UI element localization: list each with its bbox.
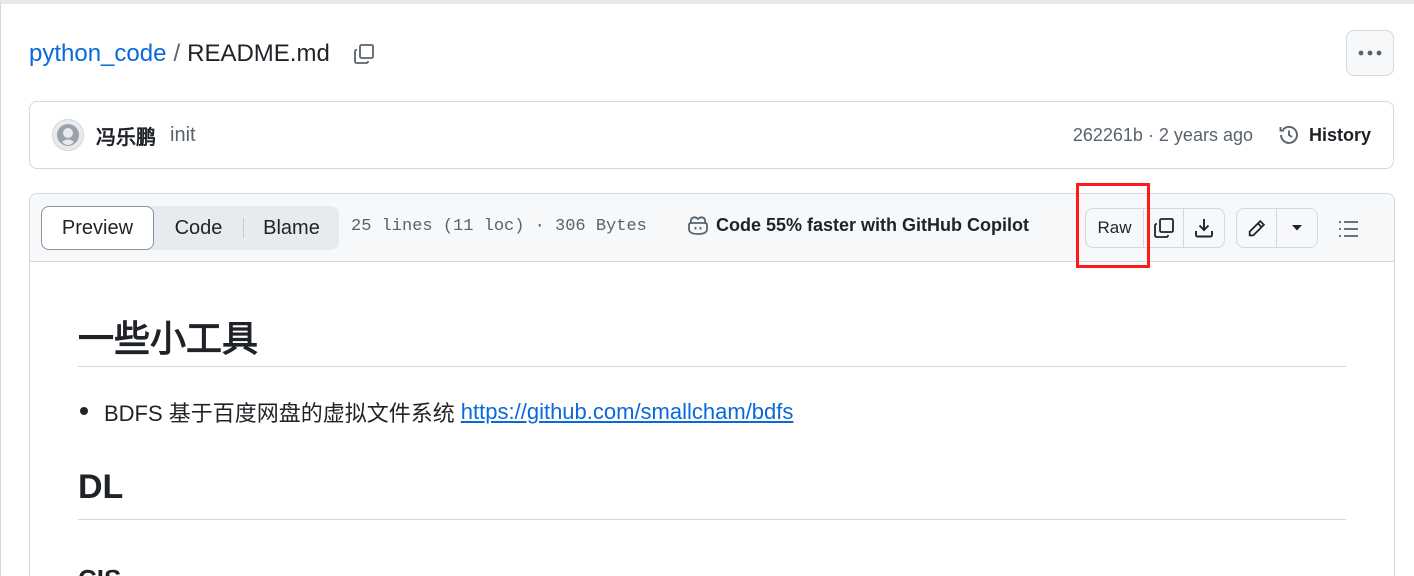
heading-rule (78, 366, 1346, 367)
outline-button[interactable] (1328, 210, 1368, 248)
history-button[interactable]: History (1277, 123, 1371, 147)
edit-options-dropdown[interactable] (1277, 209, 1317, 247)
readme-heading-2: DL (78, 468, 124, 506)
tab-code[interactable]: Code (154, 206, 243, 250)
raw-actions-group: Raw (1085, 208, 1225, 248)
readme-heading-3-partial: CIS (78, 564, 121, 576)
copilot-icon (688, 216, 708, 235)
breadcrumb-repo-link[interactable]: python_code (29, 40, 166, 68)
commit-author[interactable]: 冯乐鹏 (96, 121, 156, 150)
more-options-button[interactable] (1346, 30, 1394, 76)
bdfs-link[interactable]: https://github.com/smallcham/bdfs (461, 399, 794, 425)
tab-preview[interactable]: Preview (41, 206, 154, 250)
list-item-text: BDFS 基于百度网盘的虚拟文件系统 (104, 401, 455, 426)
commit-message[interactable]: init (170, 124, 196, 147)
raw-button[interactable]: Raw (1086, 209, 1144, 247)
breadcrumb-file-name: README.md (187, 40, 330, 67)
history-icon (1279, 125, 1298, 144)
outline-list-icon (1339, 221, 1358, 237)
commit-meta[interactable]: 262261b · 2 years ago (1073, 125, 1253, 146)
file-info: 25 lines (11 loc) · 306 Bytes (351, 217, 647, 236)
list-item: BDFS 基于百度网盘的虚拟文件系统 https://github.com/sm… (80, 396, 794, 428)
commit-right-group: 262261b · 2 years ago History (1073, 123, 1371, 147)
copy-path-button[interactable] (350, 40, 378, 68)
breadcrumb-separator: / (173, 40, 181, 67)
breadcrumb: python_code / README.md (29, 36, 378, 72)
latest-commit-bar: 冯乐鹏 init 262261b · 2 years ago History (29, 101, 1394, 169)
copy-raw-icon (1153, 218, 1174, 238)
download-icon (1195, 219, 1213, 238)
avatar[interactable] (52, 119, 84, 151)
download-raw-button[interactable] (1184, 209, 1224, 247)
copy-icon (353, 44, 374, 64)
view-mode-switcher: Preview Code Blame (41, 206, 339, 250)
caret-down-icon (1292, 225, 1302, 231)
edit-actions-group (1236, 208, 1318, 248)
kebab-icon (1358, 50, 1382, 56)
copilot-label: Code 55% faster with GitHub Copilot (716, 214, 1030, 235)
pencil-icon (1248, 219, 1265, 237)
avatar-icon (57, 124, 79, 146)
list-bullet (80, 407, 88, 415)
copilot-promo-link[interactable]: Code 55% faster with GitHub Copilot (686, 214, 1029, 236)
heading-rule (78, 519, 1346, 520)
copy-raw-button[interactable] (1144, 209, 1184, 247)
tab-blame[interactable]: Blame (244, 206, 339, 250)
file-toolbar: Preview Code Blame 25 lines (11 loc) · 3… (30, 194, 1394, 262)
history-label: History (1308, 124, 1371, 145)
readme-heading-1: 一些小工具 (78, 318, 259, 359)
edit-file-button[interactable] (1237, 209, 1277, 247)
